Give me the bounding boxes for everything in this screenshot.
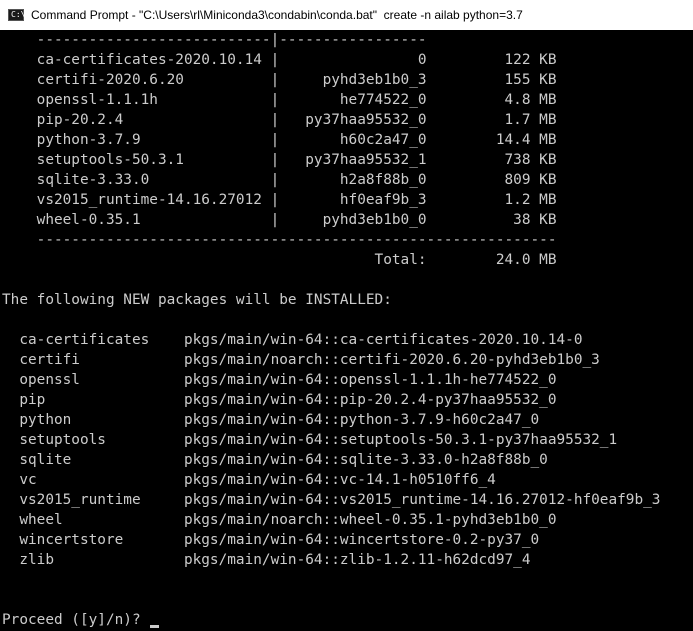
console-line: vc pkgs/main/win-64::vc-14.1-h0510ff6_4 — [2, 472, 496, 488]
prompt-line[interactable]: Proceed ([y]/n)? — [2, 610, 660, 630]
console-line: openssl pkgs/main/win-64::openssl-1.1.1h… — [2, 372, 557, 388]
window-title: Command Prompt - "C:\Users\rl\Miniconda3… — [31, 8, 523, 22]
command-prompt-icon: C:\ — [8, 9, 26, 21]
console-line: ---------------------------|------------… — [2, 32, 427, 48]
proceed-prompt: Proceed ([y]/n)? — [2, 612, 150, 628]
console-line: wheel-0.35.1 | pyhd3eb1b0_0 38 KB — [2, 212, 557, 228]
console-lines: ---------------------------|------------… — [2, 30, 660, 630]
console-line: sqlite-3.33.0 | h2a8f88b_0 809 KB — [2, 172, 557, 188]
console-line: vs2015_runtime-14.16.27012 | hf0eaf9b_3 … — [2, 192, 557, 208]
console-line: vs2015_runtime pkgs/main/win-64::vs2015_… — [2, 492, 661, 508]
text-cursor — [150, 625, 160, 628]
console-line: sqlite pkgs/main/win-64::sqlite-3.33.0-h… — [2, 452, 548, 468]
console-line: openssl-1.1.1h | he774522_0 4.8 MB — [2, 92, 557, 108]
command-prompt-window: C:\ Command Prompt - "C:\Users\rl\Minico… — [0, 0, 693, 631]
console-line: python pkgs/main/win-64::python-3.7.9-h6… — [2, 412, 540, 428]
console-line: ca-certificates-2020.10.14 | 0 122 KB — [2, 52, 557, 68]
prompt-glyph: C:\ — [11, 10, 26, 19]
title-bar[interactable]: C:\ Command Prompt - "C:\Users\rl\Minico… — [0, 0, 693, 30]
console-line: wincertstore pkgs/main/win-64::wincertst… — [2, 532, 540, 548]
console-line: ----------------------------------------… — [2, 232, 557, 248]
console-output[interactable]: ---------------------------|------------… — [0, 30, 693, 631]
console-line: wheel pkgs/main/noarch::wheel-0.35.1-pyh… — [2, 512, 557, 528]
console-line: Total: 24.0 MB — [2, 252, 557, 268]
console-line: pip-20.2.4 | py37haa95532_0 1.7 MB — [2, 112, 557, 128]
console-line: zlib pkgs/main/win-64::zlib-1.2.11-h62dc… — [2, 552, 531, 568]
console-line: setuptools pkgs/main/win-64::setuptools-… — [2, 432, 618, 448]
console-line: ca-certificates pkgs/main/win-64::ca-cer… — [2, 332, 583, 348]
console-line: pip pkgs/main/win-64::pip-20.2.4-py37haa… — [2, 392, 557, 408]
console-line: The following NEW packages will be INSTA… — [2, 292, 392, 308]
console-line: setuptools-50.3.1 | py37haa95532_1 738 K… — [2, 152, 557, 168]
console-line: certifi pkgs/main/noarch::certifi-2020.6… — [2, 352, 600, 368]
console-line: python-3.7.9 | h60c2a47_0 14.4 MB — [2, 132, 557, 148]
console-line: certifi-2020.6.20 | pyhd3eb1b0_3 155 KB — [2, 72, 557, 88]
